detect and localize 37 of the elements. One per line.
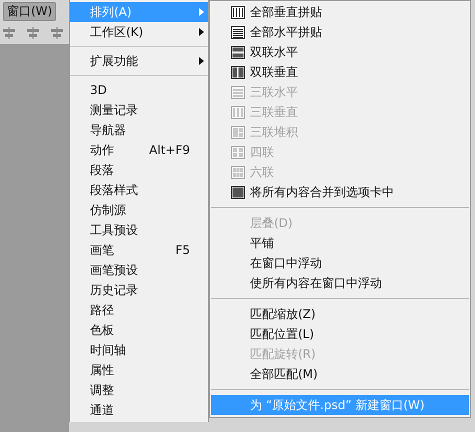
- menu-item[interactable]: 动作 Alt+F9: [70, 140, 208, 160]
- menu-item[interactable]: 路径: [70, 300, 208, 320]
- menu-item[interactable]: 历史记录: [70, 280, 208, 300]
- menu-item[interactable]: 段落: [70, 160, 208, 180]
- menu-item[interactable]: 双联水平: [211, 42, 469, 62]
- menu-item[interactable]: 工作区(K): [70, 22, 208, 42]
- menu-item[interactable]: 全部水平拼贴: [211, 22, 469, 42]
- menu-item[interactable]: 色板: [70, 320, 208, 340]
- menu-item[interactable]: 工具预设: [70, 220, 208, 240]
- menu-item[interactable]: 全部匹配(M): [211, 364, 469, 384]
- menu-item[interactable]: 匹配位置(L): [211, 324, 469, 344]
- menu-item[interactable]: 画笔 F5: [70, 240, 208, 260]
- menu-item[interactable]: 扩展功能: [70, 51, 208, 71]
- menu-item[interactable]: 仿制源: [70, 200, 208, 220]
- menu-item[interactable]: 段落样式: [70, 180, 208, 200]
- menu-item[interactable]: 画笔预设: [70, 260, 208, 280]
- menu-item[interactable]: 时间轴: [70, 340, 208, 360]
- menu-item[interactable]: 导航器: [70, 120, 208, 140]
- menu-item[interactable]: 平铺: [211, 233, 469, 253]
- menu-item[interactable]: 在窗口中浮动: [211, 253, 469, 273]
- submenu-arrow-icon: [199, 57, 204, 65]
- menu-item[interactable]: 测量记录: [70, 100, 208, 120]
- menu-item[interactable]: 调整: [70, 380, 208, 400]
- submenu-arrow-icon: [199, 28, 204, 36]
- menu-item[interactable]: 双联垂直: [211, 62, 469, 82]
- submenu-arrow-icon: [199, 8, 204, 16]
- menu-item[interactable]: 匹配缩放(Z): [211, 304, 469, 324]
- menu-item[interactable]: 使所有内容在窗口中浮动: [211, 273, 469, 293]
- align-icon[interactable]: [26, 27, 40, 39]
- menu-item[interactable]: 全部垂直拼贴: [211, 2, 469, 22]
- window-menu-button[interactable]: 窗口(W): [3, 2, 56, 20]
- align-icon[interactable]: [2, 27, 16, 39]
- menu-item[interactable]: 属性: [70, 360, 208, 380]
- menu-item[interactable]: 将所有内容合并到选项卡中: [211, 182, 469, 202]
- menu-item[interactable]: 通道: [70, 400, 208, 420]
- menu-item[interactable]: 3D: [70, 80, 208, 100]
- align-icon[interactable]: [50, 27, 64, 39]
